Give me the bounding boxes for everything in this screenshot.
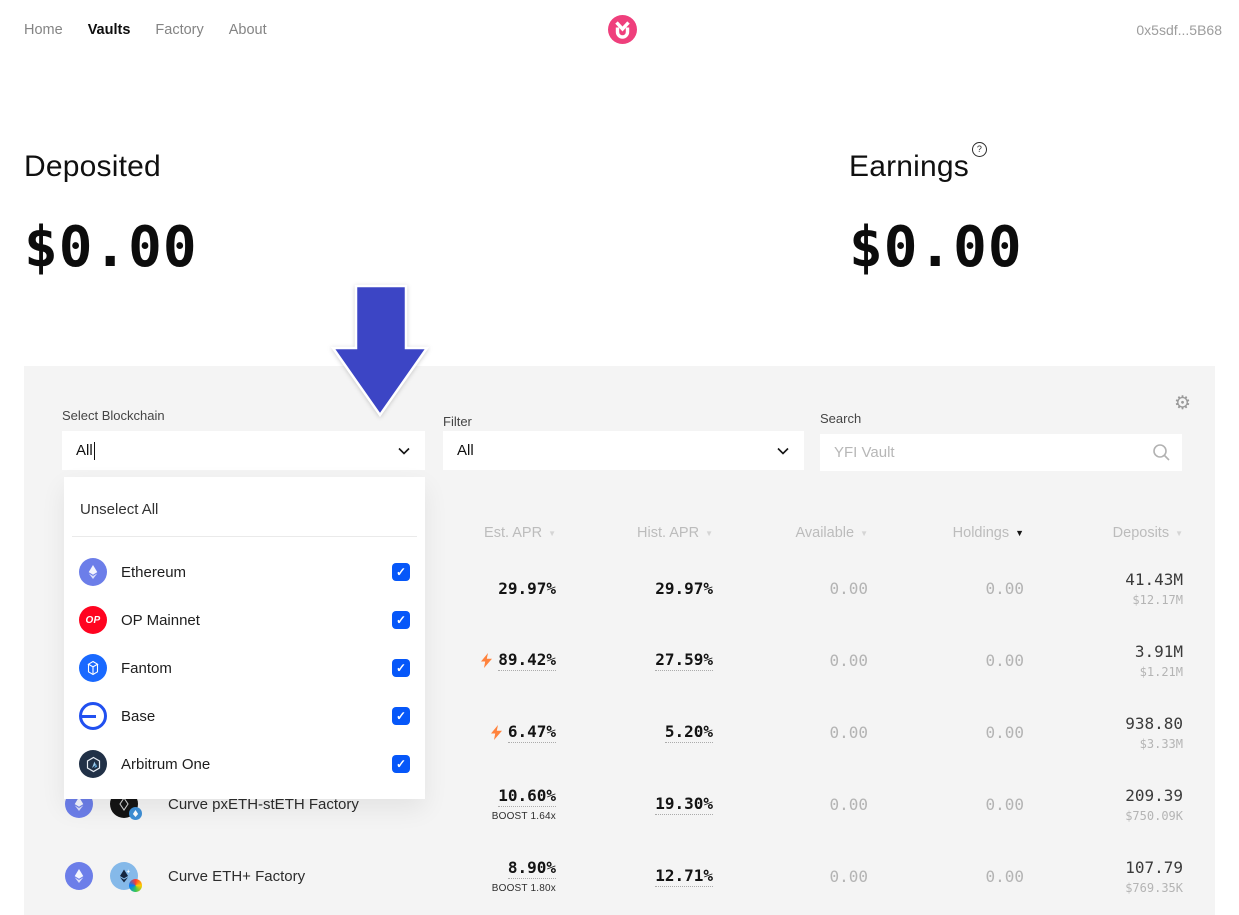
- filter-select[interactable]: All: [443, 431, 804, 470]
- deposits-usd-value: $3.33M: [1140, 737, 1183, 751]
- sort-arrow-icon: ▼: [548, 529, 556, 538]
- blockchain-field-label: Select Blockchain: [62, 408, 165, 423]
- earnings-label: Earnings?: [849, 150, 1023, 184]
- yearn-logo-icon[interactable]: [608, 15, 637, 44]
- hist-apr-value: 5.20%: [665, 722, 713, 743]
- deposits-value: 938.80: [1125, 714, 1183, 733]
- dropdown-option-ethereum[interactable]: Ethereum ✓: [64, 548, 425, 596]
- dropdown-divider: [72, 536, 417, 537]
- search-icon: [1152, 443, 1171, 467]
- est-apr-value: 29.97%: [498, 579, 556, 598]
- column-hist-apr[interactable]: Hist. APR▼: [556, 525, 713, 541]
- filter-field-label: Filter: [443, 414, 472, 429]
- available-value: 0.00: [829, 723, 868, 742]
- blockchain-dropdown: Unselect All Ethereum ✓ OP OP Mainnet ✓: [64, 477, 425, 799]
- deposits-usd-value: $769.35K: [1125, 881, 1183, 895]
- dropdown-option-base[interactable]: Base ✓: [64, 692, 425, 740]
- unselect-all-button[interactable]: Unselect All: [64, 477, 425, 518]
- est-apr-value: 6.47%: [508, 722, 556, 743]
- nav-links: Home Vaults Factory About: [24, 22, 267, 38]
- text-cursor: [94, 442, 96, 460]
- holdings-value: 0.00: [985, 723, 1024, 742]
- dropdown-option-op-mainnet[interactable]: OP OP Mainnet ✓: [64, 596, 425, 644]
- deposited-summary: Deposited $0.00: [24, 150, 198, 280]
- sort-arrow-icon: ▼: [705, 529, 713, 538]
- ethereum-chain-icon: [65, 862, 93, 890]
- holdings-value: 0.00: [985, 651, 1024, 670]
- holdings-value: 0.00: [985, 579, 1024, 598]
- blockchain-select[interactable]: All: [62, 431, 425, 470]
- base-icon: [79, 702, 107, 730]
- hist-apr-value: 19.30%: [655, 794, 713, 815]
- top-nav: Home Vaults Factory About 0x5sdf...5B68: [0, 0, 1239, 58]
- fantom-icon: [79, 654, 107, 682]
- search-box: [820, 434, 1182, 471]
- available-value: 0.00: [829, 579, 868, 598]
- sort-arrow-icon: ▼: [860, 529, 868, 538]
- table-row[interactable]: + Curve ETH+ Factory 8.90% BOOST 1.80x 1…: [24, 840, 1215, 912]
- hist-apr-value: 27.59%: [655, 650, 713, 671]
- yearn-vaults-page: Home Vaults Factory About 0x5sdf...5B68 …: [0, 0, 1239, 915]
- dropdown-option-arbitrum-one[interactable]: Arbitrum One ✓: [64, 740, 425, 788]
- deposits-value: 3.91M: [1135, 642, 1183, 661]
- settings-gear-icon[interactable]: ⚙: [1174, 392, 1191, 415]
- hist-apr-value: 29.97%: [655, 579, 713, 598]
- available-value: 0.00: [829, 867, 868, 886]
- nav-item-vaults[interactable]: Vaults: [88, 22, 131, 38]
- deposited-label: Deposited: [24, 150, 198, 184]
- est-apr-value: 89.42%: [498, 650, 556, 671]
- wallet-address[interactable]: 0x5sdf...5B68: [1136, 22, 1222, 38]
- est-apr-value: 8.90%: [508, 858, 556, 879]
- blockchain-select-value: All: [76, 442, 93, 459]
- op-mainnet-icon: OP: [79, 606, 107, 634]
- nav-item-home[interactable]: Home: [24, 22, 63, 38]
- chevron-down-icon: [396, 443, 412, 464]
- dropdown-option-fantom[interactable]: Fantom ✓: [64, 644, 425, 692]
- steth-badge-icon: [129, 807, 142, 820]
- chevron-down-icon: [775, 443, 791, 464]
- earnings-value: $0.00: [849, 215, 1023, 280]
- search-input[interactable]: [820, 434, 1182, 471]
- vault-name: Curve ETH+ Factory: [168, 868, 305, 885]
- column-available[interactable]: Available▼: [713, 525, 868, 541]
- vaults-panel: ⚙ Select Blockchain All Filter All Searc…: [24, 366, 1215, 915]
- available-value: 0.00: [829, 795, 868, 814]
- op-mainnet-checkbox[interactable]: ✓: [392, 611, 410, 629]
- ethereum-checkbox[interactable]: ✓: [392, 563, 410, 581]
- earnings-summary: Earnings? $0.00: [849, 150, 1023, 280]
- sort-arrow-icon: ▼: [1175, 529, 1183, 538]
- nav-item-factory[interactable]: Factory: [155, 22, 203, 38]
- earnings-help-icon[interactable]: ?: [972, 142, 987, 157]
- svg-text:+: +: [127, 870, 131, 876]
- hist-apr-value: 12.71%: [655, 866, 713, 887]
- column-deposits[interactable]: Deposits▼: [1024, 525, 1183, 541]
- ethereum-icon: [79, 558, 107, 586]
- fantom-checkbox[interactable]: ✓: [392, 659, 410, 677]
- deposits-value: 209.39: [1125, 786, 1183, 805]
- deposits-value: 41.43M: [1125, 570, 1183, 589]
- deposited-value: $0.00: [24, 215, 198, 280]
- ethplus-token-icon: +: [110, 862, 138, 890]
- deposits-usd-value: $12.17M: [1132, 593, 1183, 607]
- boost-label: BOOST 1.80x: [492, 883, 556, 894]
- base-checkbox[interactable]: ✓: [392, 707, 410, 725]
- column-holdings[interactable]: Holdings▼: [868, 525, 1024, 541]
- boost-bolt-icon: [491, 725, 502, 740]
- arbitrum-one-checkbox[interactable]: ✓: [392, 755, 410, 773]
- deposits-usd-value: $750.09K: [1125, 809, 1183, 823]
- sort-arrow-icon: ▼: [1015, 528, 1024, 538]
- search-field-label: Search: [820, 411, 861, 426]
- holdings-value: 0.00: [985, 795, 1024, 814]
- arbitrum-icon: [79, 750, 107, 778]
- deposits-value: 107.79: [1125, 858, 1183, 877]
- boost-label: BOOST 1.64x: [492, 811, 556, 822]
- available-value: 0.00: [829, 651, 868, 670]
- filter-select-value: All: [457, 442, 474, 459]
- est-apr-value: 10.60%: [498, 786, 556, 807]
- nav-item-about[interactable]: About: [229, 22, 267, 38]
- holdings-value: 0.00: [985, 867, 1024, 886]
- rainbow-badge-icon: [129, 879, 142, 892]
- boost-bolt-icon: [481, 653, 492, 668]
- deposits-usd-value: $1.21M: [1140, 665, 1183, 679]
